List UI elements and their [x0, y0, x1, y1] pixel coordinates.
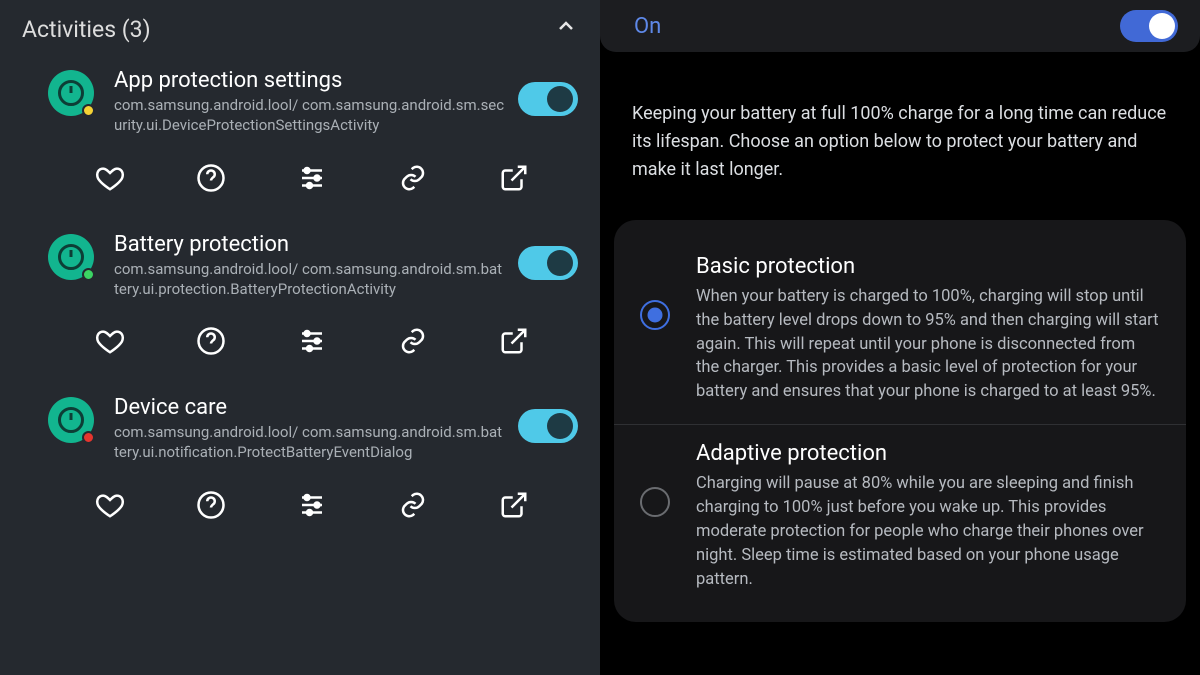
radio-button[interactable]	[640, 300, 670, 330]
activity-subtitle: com.samsung.android.lool/ com.samsung.an…	[114, 95, 506, 136]
activity-subtitle: com.samsung.android.lool/ com.samsung.an…	[114, 422, 506, 463]
activity-actions	[0, 299, 600, 389]
link-icon[interactable]	[397, 325, 429, 357]
tune-icon[interactable]	[296, 325, 328, 357]
heart-icon[interactable]	[94, 325, 126, 357]
activities-list: App protection settingscom.samsung.andro…	[0, 62, 600, 553]
option-title: Adaptive protection	[696, 441, 1160, 466]
option-description: When your battery is charged to 100%, ch…	[696, 285, 1160, 405]
activity-toggle[interactable]	[518, 82, 578, 116]
activity-item[interactable]: Device carecom.samsung.android.lool/ com…	[0, 389, 600, 463]
master-toggle[interactable]	[1120, 10, 1178, 42]
heart-icon[interactable]	[94, 162, 126, 194]
activity-toggle[interactable]	[518, 246, 578, 280]
radio-button[interactable]	[640, 487, 670, 517]
master-state-label: On	[634, 14, 661, 39]
activities-title: Activities (3)	[22, 16, 151, 43]
heart-icon[interactable]	[94, 489, 126, 521]
battery-protection-description: Keeping your battery at full 100% charge…	[600, 52, 1200, 220]
activity-item[interactable]: App protection settingscom.samsung.andro…	[0, 62, 600, 136]
help-icon[interactable]	[195, 325, 227, 357]
activity-app-icon	[48, 397, 94, 443]
link-icon[interactable]	[397, 489, 429, 521]
activities-header[interactable]: Activities (3)	[0, 0, 600, 62]
protection-option[interactable]: Basic protection When your battery is cha…	[614, 238, 1186, 425]
activity-title: App protection settings	[114, 68, 506, 93]
master-toggle-bar[interactable]: On	[600, 0, 1200, 52]
open-icon[interactable]	[498, 325, 530, 357]
help-icon[interactable]	[195, 489, 227, 521]
link-icon[interactable]	[397, 162, 429, 194]
activity-actions	[0, 136, 600, 226]
open-icon[interactable]	[498, 162, 530, 194]
split-screenshot: Activities (3) App protection settingsco…	[0, 0, 1200, 675]
activity-app-icon	[48, 70, 94, 116]
activity-title: Battery protection	[114, 232, 506, 257]
activity-item[interactable]: Battery protectioncom.samsung.android.lo…	[0, 226, 600, 300]
option-title: Basic protection	[696, 254, 1160, 279]
activity-actions	[0, 463, 600, 553]
activities-panel: Activities (3) App protection settingsco…	[0, 0, 600, 675]
option-description: Charging will pause at 80% while you are…	[696, 472, 1160, 592]
protection-option[interactable]: Adaptive protection Charging will pause a…	[614, 424, 1186, 612]
protection-options: Basic protection When your battery is cha…	[614, 220, 1186, 622]
chevron-up-icon	[554, 14, 578, 44]
activity-app-icon	[48, 234, 94, 280]
activity-subtitle: com.samsung.android.lool/ com.samsung.an…	[114, 259, 506, 300]
battery-protection-panel: On Keeping your battery at full 100% cha…	[600, 0, 1200, 675]
activity-title: Device care	[114, 395, 506, 420]
open-icon[interactable]	[498, 489, 530, 521]
tune-icon[interactable]	[296, 489, 328, 521]
tune-icon[interactable]	[296, 162, 328, 194]
help-icon[interactable]	[195, 162, 227, 194]
activity-toggle[interactable]	[518, 409, 578, 443]
